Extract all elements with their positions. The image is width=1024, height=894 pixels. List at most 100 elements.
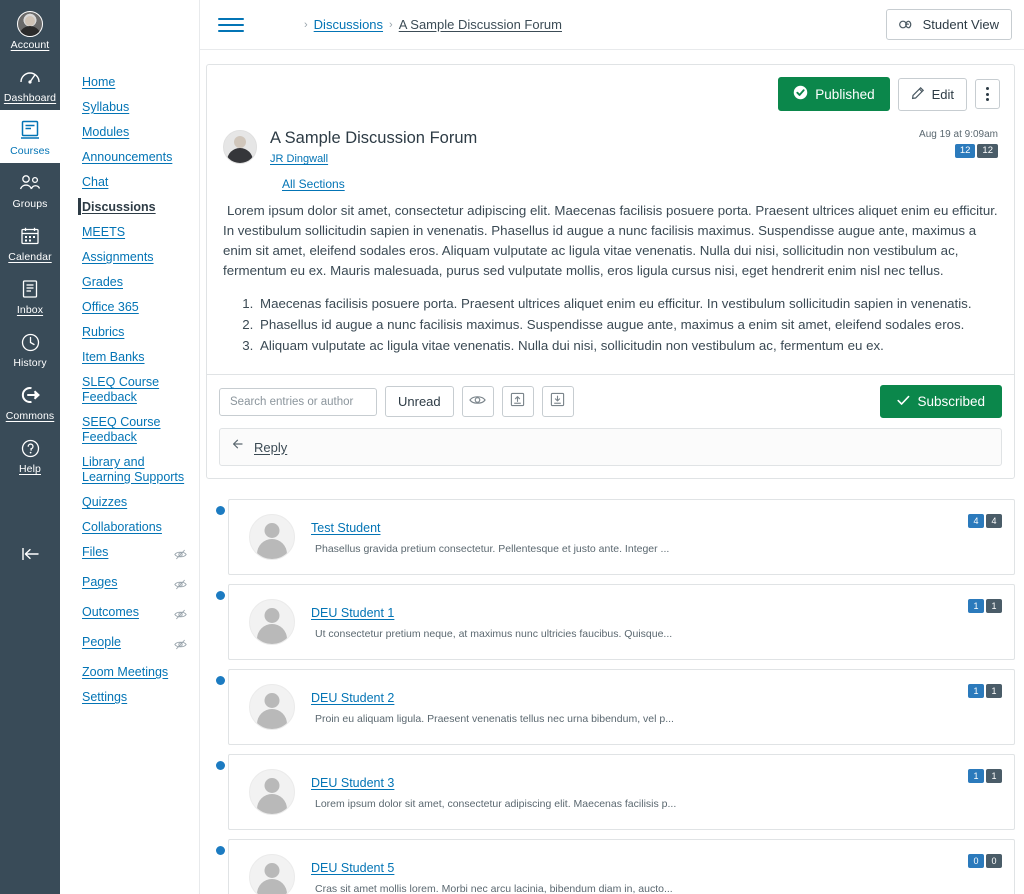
collapse-replies-button[interactable] [501, 386, 534, 417]
entry-card[interactable]: DEU Student 2 Proin eu aliquam ligula. P… [228, 669, 1015, 745]
subscribed-button[interactable]: Subscribed [880, 385, 1002, 418]
clock-icon [20, 329, 41, 355]
discussion-entries-list: Test Student Phasellus gravida pretium c… [206, 499, 1015, 894]
entry-badges: 1 1 [968, 684, 1002, 698]
course-nav-item-pages[interactable]: Pages [60, 570, 199, 600]
breadcrumb-discussions-link[interactable]: Discussions [314, 17, 383, 32]
course-nav-item-home[interactable]: Home [60, 70, 199, 95]
course-nav-item-seeq-course-feedback[interactable]: SEEQ Course Feedback [60, 410, 199, 450]
course-nav-label: Syllabus [82, 100, 130, 114]
entry-card[interactable]: DEU Student 3 Lorem ipsum dolor sit amet… [228, 754, 1015, 830]
course-nav-item-collaborations[interactable]: Collaborations [60, 515, 199, 540]
entry-card[interactable]: Test Student Phasellus gravida pretium c… [228, 499, 1015, 575]
course-nav-item-library-and-learning-supports[interactable]: Library and Learning Supports [60, 450, 199, 490]
global-nav-item-account[interactable]: Account [0, 4, 60, 57]
course-nav-label: Library and Learning Supports [82, 455, 185, 484]
reply-label[interactable]: Reply [254, 440, 287, 455]
discussion-list-item: Aliquam vulputate ac ligula vitae venena… [257, 335, 998, 356]
mark-all-as-read-button[interactable] [461, 386, 494, 417]
course-nav-item-announcements[interactable]: Announcements [60, 145, 199, 170]
course-nav-item-files[interactable]: Files [60, 540, 199, 570]
main-content: › Discussions › A Sample Discussion Foru… [200, 0, 1024, 894]
user-avatar-icon [17, 11, 43, 37]
global-nav-item-inbox[interactable]: Inbox [0, 269, 60, 322]
global-nav-item-courses[interactable]: Courses [0, 110, 60, 163]
course-nav-label: Home [82, 75, 116, 89]
subscribed-label: Subscribed [917, 394, 985, 409]
breadcrumb-chevron-icon: › [304, 18, 308, 31]
global-nav-item-commons[interactable]: Commons [0, 375, 60, 428]
course-nav-label: Grades [82, 275, 123, 289]
global-nav-item-history[interactable]: History [0, 322, 60, 375]
course-nav-item-item-banks[interactable]: Item Banks [60, 345, 199, 370]
entry-author-link[interactable]: DEU Student 3 [311, 776, 394, 790]
course-nav-item-syllabus[interactable]: Syllabus [60, 95, 199, 120]
entry-author-link[interactable]: DEU Student 5 [311, 861, 394, 875]
discussion-list-item: Maecenas facilisis posuere porta. Praese… [257, 293, 998, 314]
hamburger-icon[interactable] [218, 17, 244, 32]
entry-text: Test Student Phasellus gravida pretium c… [311, 519, 669, 556]
total-count-badge: 12 [977, 144, 998, 158]
course-nav-item-people[interactable]: People [60, 630, 199, 660]
entry-author-link[interactable]: DEU Student 1 [311, 606, 394, 620]
course-nav-label: MEETS [82, 225, 126, 239]
entry-row: DEU Student 5 Cras sit amet mollis lorem… [212, 839, 1015, 894]
check-icon [897, 394, 910, 409]
entry-preview-text: Ut consectetur pretium neque, at maximus… [315, 627, 673, 640]
course-nav-item-sleq-course-feedback[interactable]: SLEQ Course Feedback [60, 370, 199, 410]
course-nav-item-assignments[interactable]: Assignments [60, 245, 199, 270]
course-nav-item-chat[interactable]: Chat [60, 170, 199, 195]
breadcrumb-chevron-icon: › [389, 18, 393, 31]
entry-card[interactable]: DEU Student 5 Cras sit amet mollis lorem… [228, 839, 1015, 894]
course-nav-label: Settings [82, 690, 128, 704]
entry-badges: 4 4 [968, 514, 1002, 528]
discussion-ordered-list: Maecenas facilisis posuere porta. Praese… [257, 293, 998, 356]
entry-unread-count-badge: 1 [968, 599, 984, 613]
collapse-global-nav-button[interactable] [0, 536, 60, 576]
course-nav-item-settings[interactable]: Settings [60, 685, 199, 710]
eye-slash-hidden-icon [174, 577, 187, 595]
course-nav-item-office-365[interactable]: Office 365 [60, 295, 199, 320]
course-nav-item-rubrics[interactable]: Rubrics [60, 320, 199, 345]
entry-row: DEU Student 1 Ut consectetur pretium neq… [212, 584, 1015, 660]
course-nav-item-meets[interactable]: MEETS [60, 220, 199, 245]
entry-total-count-badge: 1 [986, 684, 1002, 698]
course-nav-item-grades[interactable]: Grades [60, 270, 199, 295]
unread-count-badge: 12 [954, 144, 976, 158]
discussion-paragraph: Lorem ipsum dolor sit amet, consectetur … [223, 203, 998, 278]
breadcrumb-current-page[interactable]: A Sample Discussion Forum [399, 17, 562, 32]
discussion-title: A Sample Discussion Forum [270, 129, 478, 147]
course-nav-item-modules[interactable]: Modules [60, 120, 199, 145]
entry-unread-count-badge: 1 [968, 684, 984, 698]
entry-row: DEU Student 3 Lorem ipsum dolor sit amet… [212, 754, 1015, 830]
entry-preview-text: Phasellus gravida pretium consectetur. P… [315, 542, 670, 555]
entry-author-link[interactable]: DEU Student 2 [311, 691, 394, 705]
unread-filter-button[interactable]: Unread [385, 386, 454, 417]
course-nav-item-zoom-meetings[interactable]: Zoom Meetings [60, 660, 199, 685]
edit-button[interactable]: Edit [897, 77, 967, 111]
global-nav-item-help[interactable]: Help [0, 428, 60, 481]
unread-indicator-dot [216, 846, 225, 855]
course-nav-item-outcomes[interactable]: Outcomes [60, 600, 199, 630]
unread-indicator-dot [216, 506, 225, 515]
course-nav-item-quizzes[interactable]: Quizzes [60, 490, 199, 515]
courses-icon [19, 117, 41, 143]
groups-icon [18, 170, 42, 196]
entry-author-link[interactable]: Test Student [311, 521, 381, 535]
published-button[interactable]: Published [778, 77, 890, 111]
reply-bar[interactable]: Reply [219, 428, 1002, 466]
entry-text: DEU Student 5 Cras sit amet mollis lorem… [311, 859, 673, 894]
global-nav-item-calendar[interactable]: Calendar [0, 216, 60, 269]
course-nav-item-discussions[interactable]: Discussions [60, 195, 199, 220]
calendar-icon [20, 223, 40, 249]
discussion-sections-link[interactable]: All Sections [282, 177, 345, 191]
global-nav-item-dashboard[interactable]: Dashboard [0, 57, 60, 110]
expand-replies-button[interactable] [541, 386, 574, 417]
search-input[interactable] [219, 387, 377, 416]
global-nav-item-groups[interactable]: Groups [0, 163, 60, 216]
entry-card[interactable]: DEU Student 1 Ut consectetur pretium neq… [228, 584, 1015, 660]
student-view-button[interactable]: Student View [885, 9, 1012, 40]
unread-indicator-dot [216, 761, 225, 770]
more-options-button[interactable] [975, 79, 1000, 109]
discussion-author-link[interactable]: JR Dingwall [270, 153, 328, 165]
